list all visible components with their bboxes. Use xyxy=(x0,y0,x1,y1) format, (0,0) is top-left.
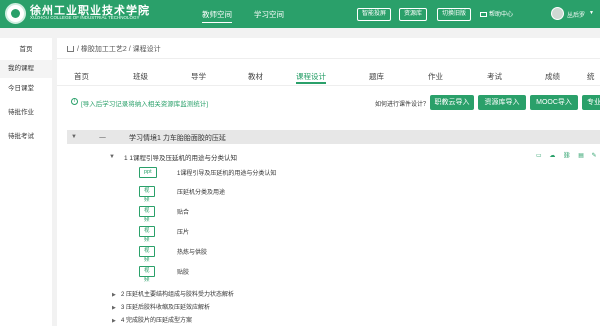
resource-name[interactable]: 贴合 xyxy=(177,207,189,216)
sidebar-item-today-class[interactable]: 今日课堂 xyxy=(0,80,52,98)
chevron-right-icon[interactable]: ▶ xyxy=(112,318,121,324)
switch-old-version-button[interactable]: 切换旧版 xyxy=(437,8,472,21)
resource-name[interactable]: 压延机分类及用途 xyxy=(177,187,225,196)
info-icon: i xyxy=(71,98,78,105)
tab-grades[interactable]: 成绩 xyxy=(545,71,560,82)
school-emblem-icon xyxy=(5,3,26,24)
chevron-down-icon[interactable]: ▼ xyxy=(589,10,594,16)
resource-name[interactable]: 1课程引导及压延机的用途与分类认知 xyxy=(177,168,276,177)
divider xyxy=(57,85,600,86)
active-tab-indicator xyxy=(296,82,326,84)
top-bar: 徐州工业职业技术学院 XUZHOU COLLEGE OF INDUSTRIAL … xyxy=(0,0,600,28)
mail-icon xyxy=(480,11,487,17)
chapter-title: 学习情境1 力车胎胎面胶的压延 xyxy=(129,135,226,142)
school-logo[interactable]: 徐州工业职业技术学院 XUZHOU COLLEGE OF INDUSTRIAL … xyxy=(0,0,150,28)
import-mooc-button[interactable]: MOOC导入 xyxy=(530,95,578,110)
import-major-button[interactable]: 专业 xyxy=(582,95,600,110)
subsection-title[interactable]: 4 完成胶片的压延成型方案 xyxy=(121,318,192,324)
chevron-right-icon[interactable]: ▶ xyxy=(112,292,121,298)
sidebar: 首页 我的课程 今日课堂 待批作业 待批考试 xyxy=(0,38,52,326)
home-icon[interactable] xyxy=(67,46,74,52)
nav-learning-space[interactable]: 学习空间 xyxy=(254,9,284,20)
resource-name[interactable]: 热炼与供胶 xyxy=(177,247,207,256)
section-title[interactable]: 1 1课程引导及压延机的用途与分类认知 xyxy=(124,152,237,162)
sidebar-item-my-courses[interactable]: 我的课程 xyxy=(0,60,52,78)
subsection-row[interactable]: ▶ 4 完成胶片的压延成型方案 xyxy=(112,315,192,324)
chapter-row[interactable]: ▼ 一 学习情境1 力车胎胎面胶的压延 xyxy=(67,130,600,144)
howto-link[interactable]: 如何进行课件设计？ xyxy=(375,99,429,108)
subsection-row[interactable]: ▶ 2 压延机主要结构组成与胶料受力状态解析 xyxy=(112,289,234,298)
import-resource-library-button[interactable]: 资源库导入 xyxy=(478,95,526,110)
tab-class[interactable]: 班级 xyxy=(133,71,148,82)
import-icve-button[interactable]: 职教云导入 xyxy=(430,95,474,110)
sidebar-item-home[interactable]: 首页 xyxy=(0,41,52,59)
smart-cast-button[interactable]: 智能投屏 xyxy=(357,8,392,21)
nav-teacher-space[interactable]: 教师空间 xyxy=(202,9,232,23)
resource-library-button[interactable]: 资源库 xyxy=(399,8,428,21)
sidebar-item-pending-exams[interactable]: 待批考试 xyxy=(0,128,52,146)
tab-textbook[interactable]: 教材 xyxy=(248,71,263,82)
avatar[interactable] xyxy=(551,7,564,20)
main-panel: / 橡胶加工工艺2 / 课程设计 首页 班级 导学 教材 课程设计 题库 作业 … xyxy=(57,38,600,326)
resource-type-badge: 视频 xyxy=(139,206,155,223)
username[interactable]: 丛后罗 xyxy=(567,10,585,19)
import-info-text: [导入后学习记录将纳入相关资源库监测统计] xyxy=(81,101,209,108)
resource-name[interactable]: 贴胶 xyxy=(177,267,189,276)
chevron-down-icon[interactable]: ▼ xyxy=(109,154,115,160)
subsection-title[interactable]: 2 压延机主要结构组成与胶料受力状态解析 xyxy=(121,292,234,298)
chevron-right-icon[interactable]: ▶ xyxy=(112,305,121,311)
resource-name[interactable]: 压片 xyxy=(177,227,189,236)
sidebar-item-pending-homework[interactable]: 待批作业 xyxy=(0,104,52,122)
tab-stats[interactable]: 统 xyxy=(587,71,595,82)
subsection-title[interactable]: 3 压延后胶料收缩及压延效应解析 xyxy=(121,305,210,311)
chapter-dash: 一 xyxy=(99,135,106,142)
section-action-icons[interactable]: ▭ ☁ ⛓ ▤ ✎ xyxy=(536,152,600,159)
school-name-en: XUZHOU COLLEGE OF INDUSTRIAL TECHNOLOGY xyxy=(30,15,140,20)
chevron-down-icon[interactable]: ▼ xyxy=(71,134,77,140)
tab-homework[interactable]: 作业 xyxy=(428,71,443,82)
help-center-link[interactable]: 帮助中心 xyxy=(480,9,513,18)
resource-type-badge: 视频 xyxy=(139,226,155,243)
breadcrumb: / 橡胶加工工艺2 / 课程设计 xyxy=(67,44,161,54)
tab-exam[interactable]: 考试 xyxy=(487,71,502,82)
subsection-row[interactable]: ▶ 3 压延后胶料收缩及压延效应解析 xyxy=(112,302,210,311)
tab-course-design[interactable]: 课程设计 xyxy=(296,71,326,82)
tab-question-bank[interactable]: 题库 xyxy=(369,71,384,82)
tab-home[interactable]: 首页 xyxy=(74,71,89,82)
resource-type-badge: ppt xyxy=(139,167,157,178)
tab-guide[interactable]: 导学 xyxy=(191,71,206,82)
resource-type-badge: 视频 xyxy=(139,186,155,203)
divider xyxy=(57,58,600,59)
resource-type-badge: 视频 xyxy=(139,266,155,283)
resource-type-badge: 视频 xyxy=(139,246,155,263)
